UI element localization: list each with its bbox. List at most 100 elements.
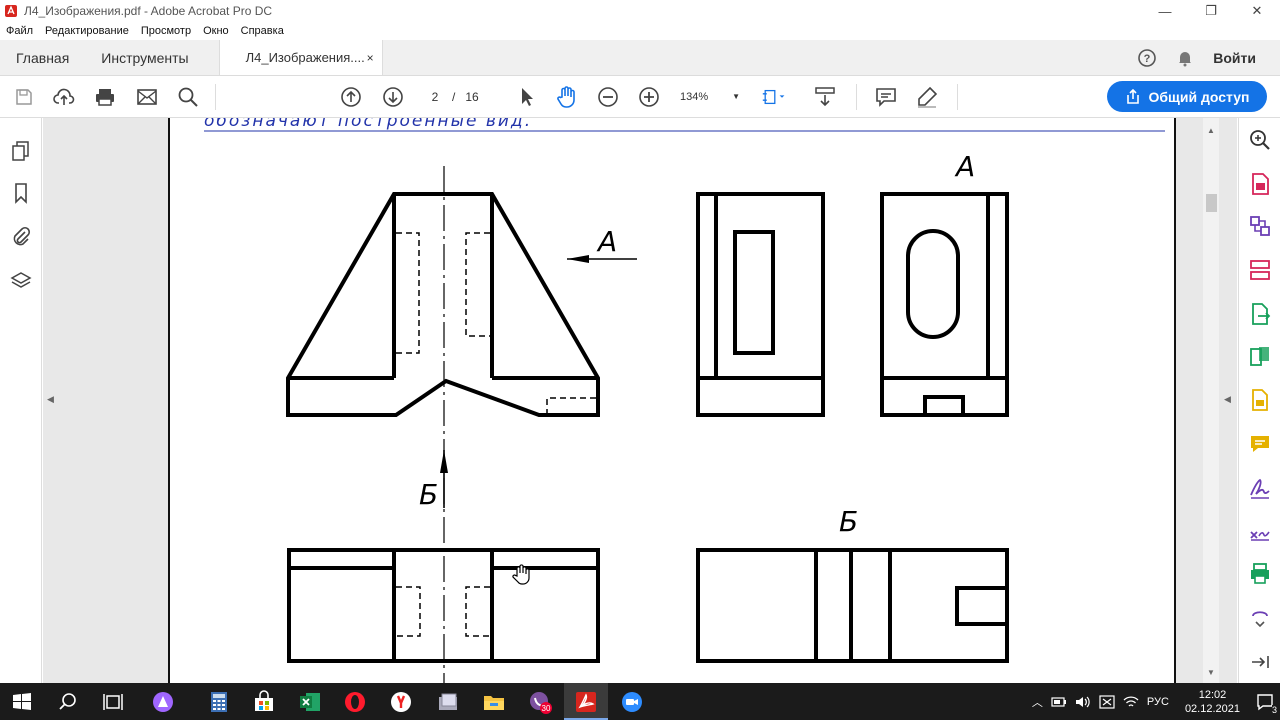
- window-title: Л4_Изображения.pdf - Adobe Acrobat Pro D…: [24, 4, 273, 18]
- highlight-pen-icon[interactable]: [915, 85, 939, 109]
- previous-page-icon[interactable]: [339, 85, 363, 109]
- document-viewport[interactable]: ◀ обозначают построенные вид. А Б А Б: [43, 118, 1237, 683]
- speech-bubble-icon[interactable]: [1248, 432, 1272, 456]
- windows-start-icon[interactable]: [10, 690, 34, 714]
- search-icon[interactable]: [176, 85, 200, 109]
- battery-network-icon[interactable]: [1051, 695, 1067, 709]
- zoom-select[interactable]: 134% ▼: [680, 86, 740, 108]
- bookmark-icon[interactable]: [10, 182, 32, 204]
- zoom-out-icon[interactable]: [596, 85, 620, 109]
- edit-pdf-icon[interactable]: [1248, 344, 1272, 368]
- hand-tool-icon[interactable]: [555, 85, 579, 109]
- zoom-value: 134%: [680, 91, 709, 103]
- menu-edit[interactable]: Редактирование: [39, 25, 135, 37]
- defender-icon[interactable]: [1099, 694, 1115, 709]
- search-taskbar-icon[interactable]: [56, 690, 80, 714]
- show-hidden-icons[interactable]: ︿: [1032, 694, 1043, 710]
- collapse-tools-icon[interactable]: [1248, 650, 1272, 674]
- combine-files-icon[interactable]: [1248, 214, 1272, 238]
- collapse-left-panel-icon[interactable]: ◀: [47, 394, 54, 405]
- restore-button[interactable]: ❐: [1188, 0, 1234, 22]
- menu-bar: Файл Редактирование Просмотр Окно Справк…: [0, 22, 1280, 40]
- scroll-mode-icon[interactable]: [813, 85, 837, 109]
- export-pdf-icon[interactable]: [1248, 302, 1272, 326]
- explorer-icon[interactable]: [482, 690, 506, 714]
- svg-text:?: ?: [1144, 53, 1151, 65]
- alice-assistant-icon[interactable]: [151, 690, 175, 714]
- collapse-right-panel-icon[interactable]: ◀: [1224, 394, 1231, 405]
- windows-taskbar: 30 ︿ РУС 12:02 02.12.2021 3: [0, 683, 1280, 720]
- window-controls: — ❐ ✕: [1142, 0, 1280, 22]
- print-production-icon[interactable]: [1248, 562, 1272, 586]
- share-button[interactable]: Общий доступ: [1107, 81, 1267, 112]
- menu-help[interactable]: Справка: [235, 25, 290, 37]
- fit-page-icon[interactable]: [762, 85, 786, 109]
- clock-date: 02.12.2021: [1184, 702, 1240, 715]
- attachment-icon[interactable]: [10, 225, 32, 247]
- select-tool-icon[interactable]: [515, 85, 539, 109]
- scroll-thumb[interactable]: [1206, 194, 1217, 212]
- input-language[interactable]: РУС: [1147, 696, 1169, 708]
- acrobat-taskbar-icon[interactable]: [574, 690, 598, 714]
- email-icon[interactable]: [135, 85, 159, 109]
- store-icon[interactable]: [252, 690, 276, 714]
- bell-icon[interactable]: [1175, 48, 1195, 68]
- close-window-button[interactable]: ✕: [1234, 0, 1280, 22]
- opera-icon[interactable]: [343, 690, 367, 714]
- side-view-left: [696, 192, 825, 417]
- minimize-button[interactable]: —: [1142, 0, 1188, 22]
- enhance-scans-icon[interactable]: [1248, 128, 1272, 152]
- next-page-icon[interactable]: [381, 85, 405, 109]
- front-view: А Б: [286, 166, 637, 683]
- view-a-arrow-label: А: [596, 225, 617, 258]
- scroll-up-icon[interactable]: ▲: [1207, 126, 1215, 135]
- page-heading: обозначают построенные вид.: [204, 118, 532, 131]
- tab-document[interactable]: Л4_Изображения.... ×: [218, 40, 383, 75]
- share-label: Общий доступ: [1148, 88, 1250, 105]
- file-manager-icon[interactable]: [436, 690, 460, 714]
- fill-sign-icon[interactable]: [1248, 476, 1272, 500]
- comment-tool-icon[interactable]: [1248, 388, 1272, 412]
- title-bar: Л4_Изображения.pdf - Adobe Acrobat Pro D…: [0, 0, 1280, 22]
- notifications-icon[interactable]: 3: [1250, 683, 1280, 720]
- cloud-upload-icon[interactable]: [52, 85, 76, 109]
- zoom-in-icon[interactable]: [637, 85, 661, 109]
- page-number-input[interactable]: 2: [420, 86, 450, 108]
- yandex-browser-icon[interactable]: [389, 690, 413, 714]
- view-b: Б: [696, 505, 1009, 663]
- pdf-page: обозначают построенные вид. А Б А Б: [168, 118, 1176, 683]
- signin-link[interactable]: Войти: [1213, 50, 1256, 66]
- excel-icon[interactable]: [298, 690, 322, 714]
- help-icon[interactable]: ?: [1137, 48, 1157, 68]
- more-tools-icon[interactable]: [1248, 606, 1272, 630]
- vertical-scrollbar[interactable]: ▲ ▼: [1203, 118, 1219, 683]
- menu-file[interactable]: Файл: [0, 25, 39, 37]
- scroll-down-icon[interactable]: ▼: [1207, 668, 1215, 677]
- print-icon[interactable]: [93, 85, 117, 109]
- viber-icon[interactable]: 30: [528, 690, 552, 714]
- main-toolbar: 2 / 16 134% ▼: [0, 76, 1280, 118]
- menu-window[interactable]: Окно: [197, 25, 235, 37]
- calculator-icon[interactable]: [207, 690, 231, 714]
- tab-home[interactable]: Главная: [0, 40, 85, 75]
- zoom-app-icon[interactable]: [620, 690, 644, 714]
- close-tab-button[interactable]: ×: [367, 51, 374, 65]
- organize-pages-icon[interactable]: [1248, 258, 1272, 282]
- system-tray: ︿ РУС 12:02 02.12.2021 3: [1032, 683, 1280, 720]
- volume-icon[interactable]: [1075, 695, 1091, 709]
- tab-bar: Главная Инструменты Л4_Изображения.... ×…: [0, 40, 1280, 76]
- view-b-label: Б: [839, 505, 858, 538]
- clock[interactable]: 12:02 02.12.2021: [1185, 688, 1240, 716]
- save-icon[interactable]: [12, 85, 36, 109]
- comment-icon[interactable]: [874, 85, 898, 109]
- task-view-icon[interactable]: [101, 690, 125, 714]
- layers-icon[interactable]: [10, 270, 32, 292]
- technical-drawing: обозначают построенные вид. А Б А Б: [204, 118, 1165, 683]
- create-pdf-icon[interactable]: [1248, 172, 1272, 196]
- tab-tools[interactable]: Инструменты: [85, 40, 204, 75]
- menu-view[interactable]: Просмотр: [135, 25, 197, 37]
- send-signature-icon[interactable]: [1248, 518, 1272, 542]
- wifi-icon[interactable]: [1123, 695, 1139, 709]
- page-separator: /: [452, 90, 456, 104]
- page-thumbnails-icon[interactable]: [10, 140, 32, 162]
